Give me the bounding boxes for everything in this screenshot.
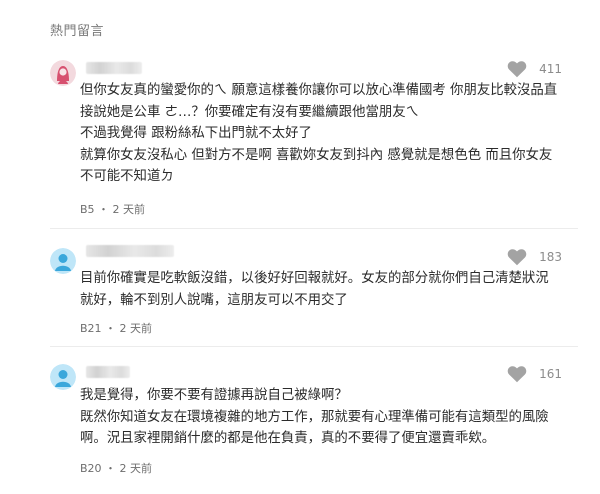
section-title: 熱門留言	[50, 24, 105, 39]
comment-line: 不過我覺得 跟粉絲私下出門就不太好了	[80, 126, 312, 141]
like-button[interactable]: 183	[507, 248, 562, 266]
comment-body: 我是覺得，你要不要有證據再說自己被綠啊？ 既然你知道女友在環境複雜的地方工作，那…	[80, 385, 570, 450]
post-time: 2 天前	[119, 322, 153, 335]
comment-line: 不可能不知道ㄉ	[80, 169, 174, 184]
heart-icon	[507, 366, 527, 383]
comment-line: 我是覺得，你要不要有證據再說自己被綠啊？	[80, 388, 348, 403]
post-time: 2 天前	[112, 203, 146, 216]
like-count: 183	[539, 250, 562, 264]
comment-meta: B21 ・ 2 天前	[80, 320, 152, 336]
comment-meta: B5 ・ 2 天前	[80, 201, 145, 217]
like-button[interactable]: 161	[507, 365, 562, 383]
floor-number: B5	[80, 203, 95, 216]
meta-separator: ・	[98, 203, 110, 216]
author-name[interactable]	[86, 62, 142, 74]
heart-icon	[507, 249, 527, 266]
post-time: 2 天前	[119, 462, 153, 475]
comment-line: 啊。況且家裡開銷什麼的都是他在負責，真的不要得了便宜還賣乖欸。	[80, 431, 496, 446]
meta-separator: ・	[105, 462, 117, 475]
author-name[interactable]	[86, 245, 174, 257]
like-count: 161	[539, 367, 562, 381]
comment-line: 但你女友真的蠻愛你的ㄟ 願意這樣養你讓你可以放心準備國考 你朋友比較沒品直	[80, 83, 558, 98]
comment-line: 既然你知道女友在環境複雜的地方工作，那就要有心理準備可能有這類型的風險	[80, 409, 549, 425]
comment-body: 目前你確實是吃軟飯沒錯，以後好好回報就好。女友的部分就你們自己清楚狀況 就好，輪…	[80, 268, 570, 311]
like-button[interactable]: 411	[507, 60, 562, 78]
comment-line: 目前你確實是吃軟飯沒錯，以後好好回報就好。女友的部分就你們自己清楚狀況	[80, 271, 549, 286]
comment-line: 接說她是公車 ㄜ…？你要確定有沒有要繼續跟他當朋友ㄟ	[80, 104, 420, 120]
comment-line: 就好，輪不到別人說嘴，這朋友可以不用交了	[80, 292, 348, 308]
divider	[50, 228, 578, 229]
male-avatar-icon[interactable]	[50, 248, 76, 274]
comment-meta: B20 ・ 2 天前	[80, 460, 152, 476]
floor-number: B20	[80, 462, 102, 475]
comment-line: 就算你女友沒私心 但對方不是啊 喜歡妳女友到抖內 感覺就是想色色 而且你女友	[80, 147, 553, 163]
meta-separator: ・	[105, 322, 117, 335]
heart-icon	[507, 61, 527, 78]
male-avatar-icon[interactable]	[50, 364, 76, 390]
comment-body: 但你女友真的蠻愛你的ㄟ 願意這樣養你讓你可以放心準備國考 你朋友比較沒品直 接說…	[80, 80, 570, 188]
like-count: 411	[539, 62, 562, 76]
female-avatar-icon[interactable]	[50, 60, 76, 86]
author-name[interactable]	[86, 366, 130, 378]
floor-number: B21	[80, 322, 102, 335]
divider	[50, 346, 578, 347]
